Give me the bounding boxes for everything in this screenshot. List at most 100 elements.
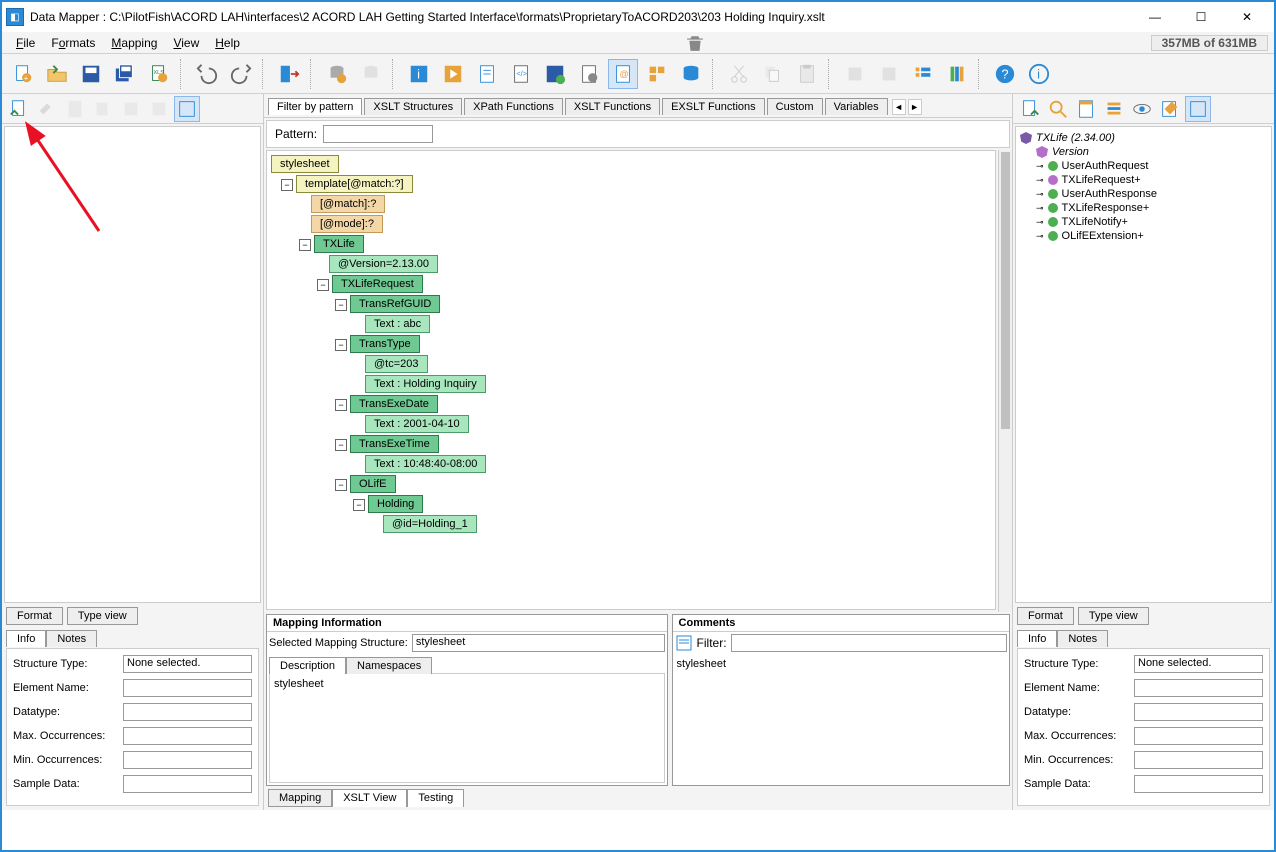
node-mode[interactable]: [@mode]:? — [311, 215, 383, 233]
database-icon[interactable] — [676, 59, 706, 89]
mapping-canvas[interactable]: stylesheet −template[@match:?] [@match]:… — [266, 150, 996, 610]
tab-scroll-left[interactable]: ◄ — [892, 99, 906, 115]
new-file-icon[interactable]: + — [8, 59, 38, 89]
help-icon[interactable]: ? — [990, 59, 1020, 89]
add-format-icon[interactable] — [6, 96, 32, 122]
r-typeview-button[interactable]: Type view — [1078, 607, 1149, 625]
format-button[interactable]: Format — [6, 607, 63, 625]
right-tree[interactable]: TXLife (2.34.00) Version ⊸UserAuthReques… — [1015, 126, 1272, 603]
trash-icon[interactable] — [686, 34, 704, 52]
db-add-icon[interactable] — [322, 59, 352, 89]
export-xls-icon[interactable]: XLS — [144, 59, 174, 89]
redo-icon[interactable] — [226, 59, 256, 89]
menu-file[interactable]: File — [8, 34, 43, 52]
r-info-tab[interactable]: Info — [1017, 630, 1057, 647]
toggle[interactable]: − — [335, 299, 347, 311]
tab-filter[interactable]: Filter by pattern — [268, 98, 362, 115]
node-exetime[interactable]: TransExeTime — [350, 435, 439, 453]
toggle[interactable]: − — [335, 479, 347, 491]
comment-item[interactable]: stylesheet — [677, 658, 727, 670]
ns-tab[interactable]: Namespaces — [346, 657, 432, 674]
r-format-button[interactable]: Format — [1017, 607, 1074, 625]
menu-help[interactable]: Help — [207, 34, 248, 52]
toggle[interactable]: − — [317, 279, 329, 291]
close-button[interactable]: ✕ — [1224, 2, 1270, 32]
toggle[interactable]: − — [281, 179, 293, 191]
doc-gear-icon[interactable] — [574, 59, 604, 89]
play-orange-icon[interactable] — [438, 59, 468, 89]
expand-icon[interactable] — [174, 96, 200, 122]
info-tab[interactable]: Info — [6, 630, 46, 647]
grid-orange-icon[interactable] — [642, 59, 672, 89]
exit-icon[interactable] — [274, 59, 304, 89]
menu-formats[interactable]: Formats — [43, 34, 103, 52]
tab-custom[interactable]: Custom — [767, 98, 823, 115]
minimize-button[interactable]: — — [1132, 2, 1178, 32]
node-stylesheet[interactable]: stylesheet — [271, 155, 339, 173]
info-blue-icon[interactable]: i — [404, 59, 434, 89]
toggle[interactable]: − — [335, 339, 347, 351]
node-textdate[interactable]: Text : 2001-04-10 — [365, 415, 469, 433]
notes-tab[interactable]: Notes — [46, 630, 97, 647]
desc-tab[interactable]: Description — [269, 657, 346, 674]
save-icon[interactable] — [76, 59, 106, 89]
tab-exslt[interactable]: EXSLT Functions — [662, 98, 765, 115]
tab-xslt-functions[interactable]: XSLT Functions — [565, 98, 660, 115]
node-texttime[interactable]: Text : 10:48:40-08:00 — [365, 455, 486, 473]
node-refguid[interactable]: TransRefGUID — [350, 295, 440, 313]
bottom-tab-testing[interactable]: Testing — [407, 789, 464, 807]
node-version[interactable]: @Version=2.13.00 — [329, 255, 438, 273]
node-exedate[interactable]: TransExeDate — [350, 395, 438, 413]
save-all-icon[interactable] — [110, 59, 140, 89]
r-notes-tab[interactable]: Notes — [1057, 630, 1108, 647]
node-txlife[interactable]: TXLife — [314, 235, 364, 253]
node-idhold[interactable]: @id=Holding_1 — [383, 515, 477, 533]
node-textabc[interactable]: Text : abc — [365, 315, 430, 333]
r-eye-icon[interactable] — [1129, 96, 1155, 122]
menu-mapping[interactable]: Mapping — [103, 34, 165, 52]
maximize-button[interactable]: ☐ — [1178, 2, 1224, 32]
right-root[interactable]: TXLife (2.34.00) — [1020, 131, 1267, 145]
menu-view[interactable]: View — [165, 34, 207, 52]
node-holding[interactable]: Holding — [368, 495, 423, 513]
filter-input[interactable] — [731, 634, 1007, 652]
toggle[interactable]: − — [299, 239, 311, 251]
node-olife[interactable]: OLifE — [350, 475, 396, 493]
undo-icon[interactable] — [192, 59, 222, 89]
toggle[interactable]: − — [335, 399, 347, 411]
tab-variables[interactable]: Variables — [825, 98, 888, 115]
right-item[interactable]: ⊸UserAuthRequest — [1020, 159, 1267, 173]
right-item[interactable]: Version — [1020, 145, 1267, 159]
node-txreq[interactable]: TXLifeRequest — [332, 275, 423, 293]
r-search-icon[interactable] — [1045, 96, 1071, 122]
r-expand-icon[interactable] — [1185, 96, 1211, 122]
typeview-button[interactable]: Type view — [67, 607, 138, 625]
canvas-scrollbar[interactable] — [998, 150, 1012, 612]
r-notes-icon[interactable] — [1073, 96, 1099, 122]
about-icon[interactable]: i — [1024, 59, 1054, 89]
open-file-icon[interactable] — [42, 59, 72, 89]
r-edit-icon[interactable] — [1157, 96, 1183, 122]
r-list-icon[interactable] — [1101, 96, 1127, 122]
node-match[interactable]: [@match]:? — [311, 195, 385, 213]
node-texthold[interactable]: Text : Holding Inquiry — [365, 375, 486, 393]
pattern-input[interactable] — [323, 125, 433, 143]
tab-xpath[interactable]: XPath Functions — [464, 98, 563, 115]
tab-scroll-right[interactable]: ► — [908, 99, 922, 115]
bottom-tab-mapping[interactable]: Mapping — [268, 789, 332, 807]
right-item[interactable]: ⊸TXLifeRequest+ — [1020, 173, 1267, 187]
left-tree[interactable] — [4, 126, 261, 603]
node-template[interactable]: template[@match:?] — [296, 175, 413, 193]
bottom-tab-xsltview[interactable]: XSLT View — [332, 789, 407, 807]
right-item[interactable]: ⊸TXLifeResponse+ — [1020, 201, 1267, 215]
doc-at-icon[interactable]: @ — [608, 59, 638, 89]
doc-lines-icon[interactable] — [472, 59, 502, 89]
right-item[interactable]: ⊸UserAuthResponse — [1020, 187, 1267, 201]
node-tc203[interactable]: @tc=203 — [365, 355, 428, 373]
save-green-icon[interactable] — [540, 59, 570, 89]
doc-code-icon[interactable]: </> — [506, 59, 536, 89]
list-icon[interactable] — [908, 59, 938, 89]
toggle[interactable]: − — [335, 439, 347, 451]
right-item[interactable]: ⊸TXLifeNotify+ — [1020, 215, 1267, 229]
node-transtype[interactable]: TransType — [350, 335, 420, 353]
